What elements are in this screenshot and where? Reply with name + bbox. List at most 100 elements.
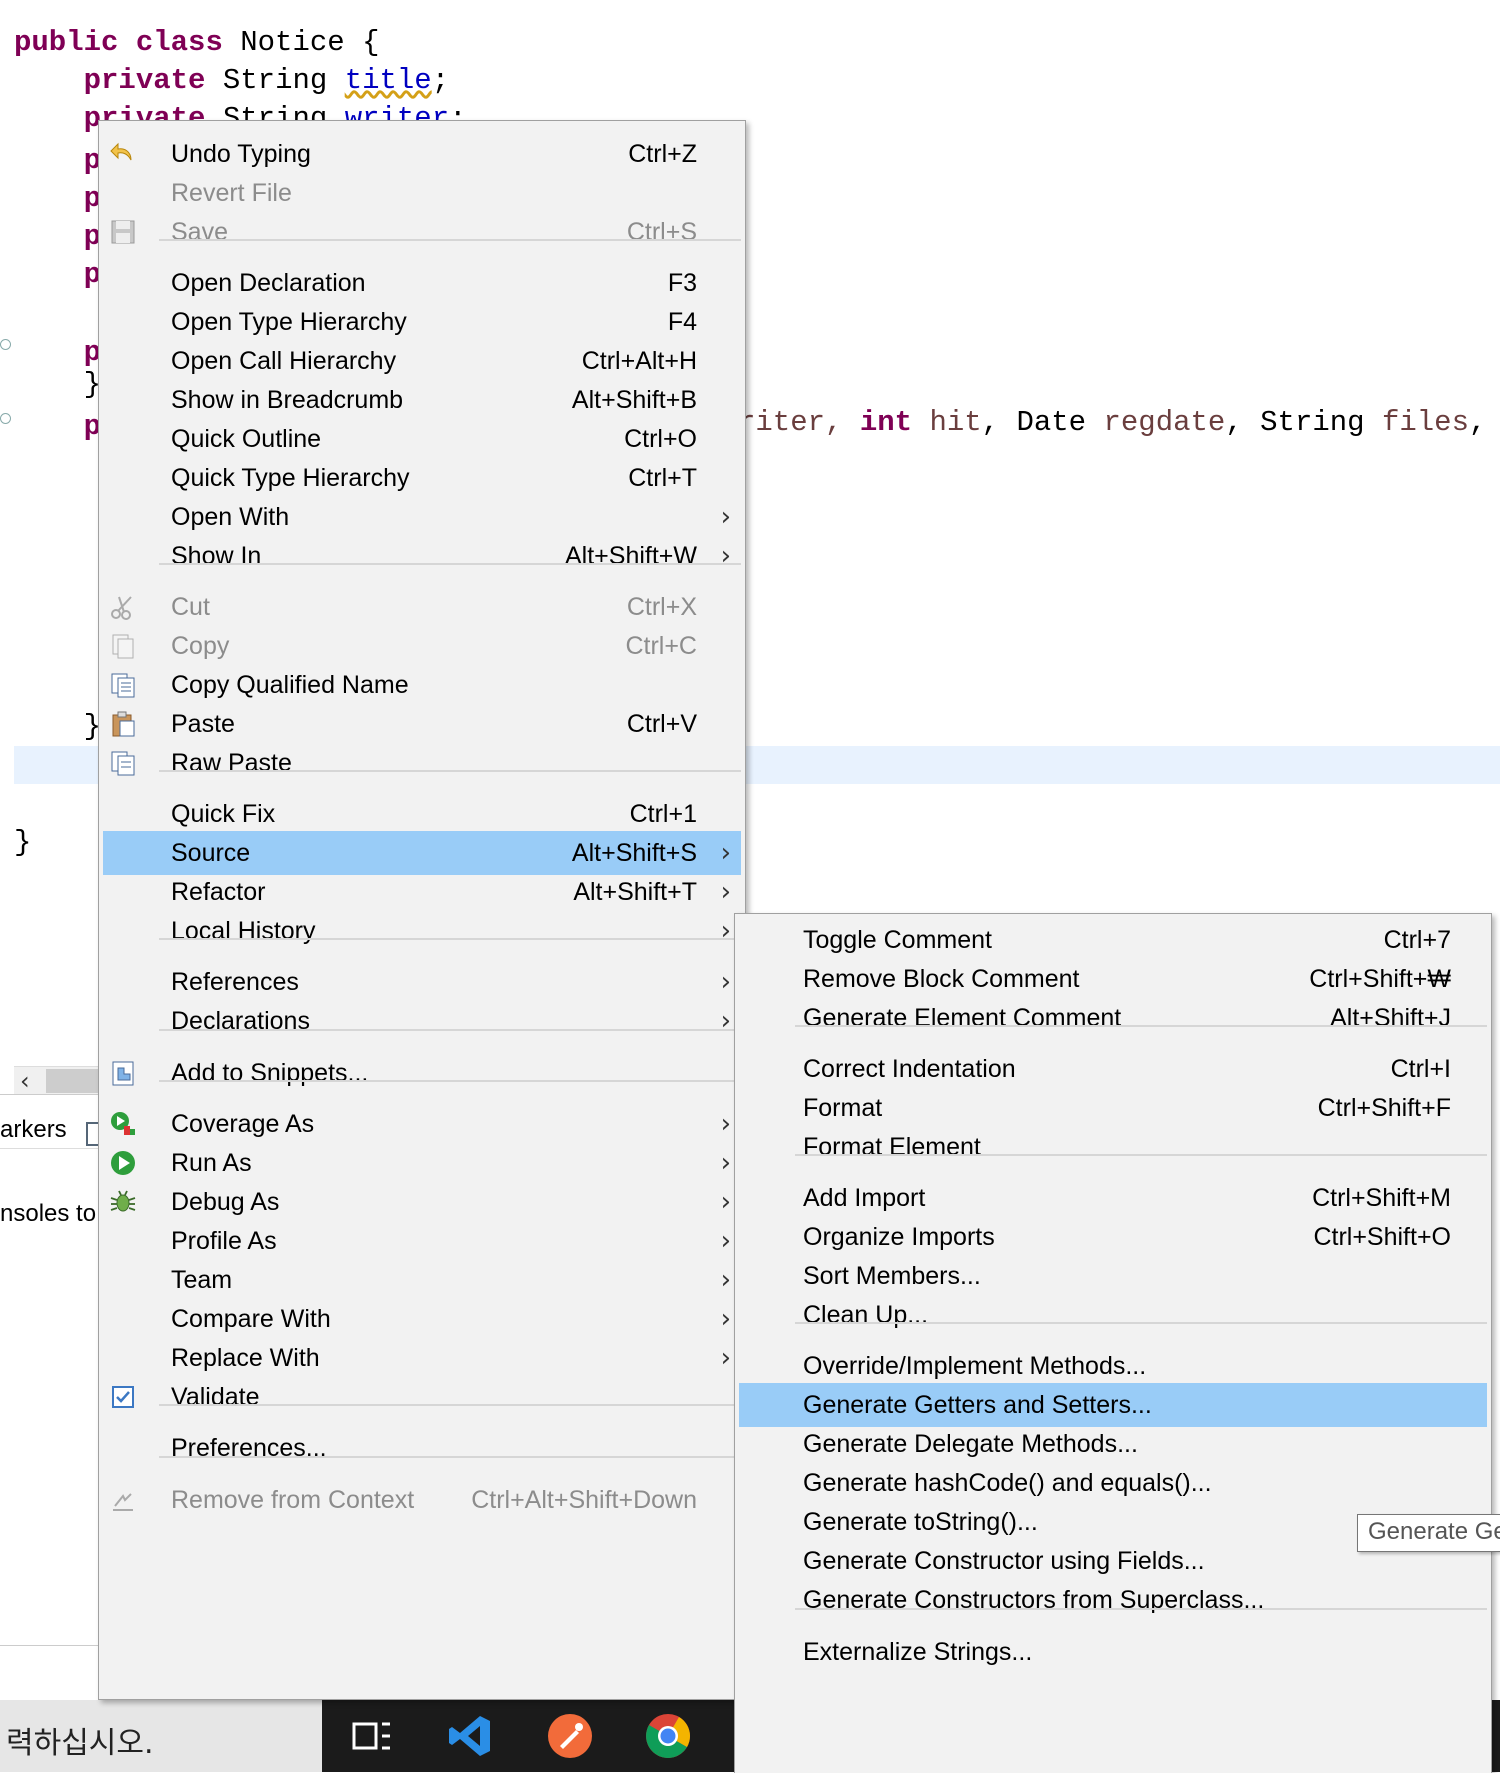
menu-item-label: Validate	[171, 1383, 260, 1411]
submenu-item-label: Format Element	[803, 1133, 981, 1161]
menu-item-copy-qualified-name[interactable]: Copy Qualified Name	[103, 663, 741, 707]
menu-item-refactor[interactable]: Refactor Alt+Shift+T ›	[103, 870, 741, 914]
chevron-right-icon: ›	[720, 1187, 731, 1217]
submenu-item-organize-imports[interactable]: Organize Imports Ctrl+Shift+O	[739, 1215, 1487, 1259]
menu-separator	[159, 770, 741, 772]
menu-item-paste[interactable]: Paste Ctrl+V	[103, 702, 741, 746]
menu-item-tooltip: Generate Ge	[1357, 1514, 1500, 1552]
submenu-item-toggle-comment[interactable]: Toggle Comment Ctrl+7	[739, 918, 1487, 962]
menu-item-declarations[interactable]: Declarations ›	[103, 999, 741, 1043]
menu-item-undo-typing[interactable]: Undo Typing Ctrl+Z	[103, 132, 741, 176]
run-icon	[109, 1149, 137, 1177]
menu-item-add-to-snippets[interactable]: Add to Snippets...	[103, 1051, 741, 1095]
postman-icon[interactable]	[546, 1712, 594, 1760]
menu-item-open-declaration[interactable]: Open Declaration F3	[103, 261, 741, 305]
submenu-item-generate-delegate-methods[interactable]: Generate Delegate Methods...	[739, 1422, 1487, 1466]
submenu-item-generate-getters-and-setters[interactable]: Generate Getters and Setters...	[739, 1383, 1487, 1427]
menu-separator	[159, 239, 741, 241]
menu-item-label: Open With	[171, 503, 290, 531]
menu-item-quick-outline[interactable]: Quick Outline Ctrl+O	[103, 417, 741, 461]
menu-item-quick-type-hierarchy[interactable]: Quick Type Hierarchy Ctrl+T	[103, 456, 741, 500]
fold-toggle-icon[interactable]	[0, 413, 11, 424]
menu-item-remove-from-context[interactable]: Remove from Context Ctrl+Alt+Shift+Down	[103, 1478, 741, 1522]
submenu-item-label: Sort Members...	[803, 1262, 981, 1290]
menu-item-cut[interactable]: Cut Ctrl+X	[103, 585, 741, 629]
menu-item-raw-paste[interactable]: Raw Paste	[103, 741, 741, 785]
menu-item-team[interactable]: Team ›	[103, 1258, 741, 1302]
submenu-item-shortcut: Ctrl+I	[1390, 1055, 1451, 1083]
menu-item-save[interactable]: Save Ctrl+S	[103, 210, 741, 254]
menu-item-open-type-hierarchy[interactable]: Open Type Hierarchy F4	[103, 300, 741, 344]
submenu-item-label: Generate toString()...	[803, 1508, 1038, 1536]
menu-item-label: Copy	[171, 632, 230, 660]
submenu-item-correct-indentation[interactable]: Correct Indentation Ctrl+I	[739, 1047, 1487, 1091]
fold-toggle-icon[interactable]	[0, 339, 11, 350]
context-icon	[109, 1486, 137, 1514]
menu-item-label: Preferences...	[171, 1434, 327, 1462]
menu-item-coverage-as[interactable]: Coverage As ›	[103, 1102, 741, 1146]
submenu-item-label: Generate Constructor using Fields...	[803, 1547, 1205, 1575]
menu-item-open-call-hierarchy[interactable]: Open Call Hierarchy Ctrl+Alt+H	[103, 339, 741, 383]
menu-item-shortcut: Ctrl+T	[628, 464, 697, 492]
editor-context-menu: Undo Typing Ctrl+Z Revert File Save Ctrl+S Op…	[98, 120, 746, 1700]
tab-markers[interactable]: arkers	[0, 1116, 67, 1144]
menu-item-label: Quick Fix	[171, 800, 276, 828]
submenu-item-generate-constructors-from-superclass[interactable]: Generate Constructors from Superclass...	[739, 1578, 1487, 1622]
menu-item-copy[interactable]: Copy Ctrl+C	[103, 624, 741, 668]
menu-item-show-in[interactable]: Show In Alt+Shift+W ›	[103, 534, 741, 578]
taskbar-search-input[interactable]: 력하십시오.	[0, 1700, 322, 1772]
submenu-item-generate-hashcode-and-equals[interactable]: Generate hashCode() and equals()...	[739, 1461, 1487, 1505]
submenu-item-format[interactable]: Format Ctrl+Shift+F	[739, 1086, 1487, 1130]
menu-item-profile-as[interactable]: Profile As ›	[103, 1219, 741, 1263]
bottom-panel	[0, 1094, 100, 1701]
horizontal-scrollbar[interactable]: ‹	[14, 1066, 100, 1095]
submenu-item-remove-block-comment[interactable]: Remove Block Comment Ctrl+Shift+₩	[739, 957, 1487, 1001]
menu-item-source[interactable]: Source Alt+Shift+S ›	[103, 831, 741, 875]
menu-separator	[159, 938, 741, 940]
task-view-icon[interactable]	[348, 1712, 396, 1760]
chevron-right-icon: ›	[720, 838, 731, 868]
submenu-item-externalize-strings[interactable]: Externalize Strings...	[739, 1630, 1487, 1674]
menu-item-local-history[interactable]: Local History ›	[103, 909, 741, 953]
menu-separator	[159, 1456, 741, 1458]
menu-item-quick-fix[interactable]: Quick Fix Ctrl+1	[103, 792, 741, 836]
menu-item-validate[interactable]: Validate	[103, 1375, 741, 1419]
submenu-item-override-implement-methods[interactable]: Override/Implement Methods...	[739, 1344, 1487, 1388]
menu-item-label: Open Declaration	[171, 269, 366, 297]
menu-separator	[795, 1608, 1487, 1610]
menu-item-show-in-breadcrumb[interactable]: Show in Breadcrumb Alt+Shift+B	[103, 378, 741, 422]
submenu-item-format-element[interactable]: Format Element	[739, 1125, 1487, 1169]
menu-item-run-as[interactable]: Run As ›	[103, 1141, 741, 1185]
menu-item-shortcut: Alt+Shift+T	[573, 878, 697, 906]
submenu-item-sort-members[interactable]: Sort Members...	[739, 1254, 1487, 1298]
menu-separator	[795, 1322, 1487, 1324]
menu-item-label: Quick Type Hierarchy	[171, 464, 410, 492]
menu-item-references[interactable]: References ›	[103, 960, 741, 1004]
source-submenu: Toggle Comment Ctrl+7 Remove Block Comment…	[734, 913, 1492, 1773]
menu-item-debug-as[interactable]: Debug As ›	[103, 1180, 741, 1224]
scrollbar-thumb[interactable]	[46, 1069, 100, 1093]
menu-item-label: Revert File	[171, 179, 292, 207]
menu-item-preferences[interactable]: Preferences...	[103, 1426, 741, 1470]
menu-separator	[159, 1080, 741, 1082]
chrome-icon[interactable]	[644, 1712, 692, 1760]
menu-item-compare-with[interactable]: Compare With ›	[103, 1297, 741, 1341]
menu-item-replace-with[interactable]: Replace With ›	[103, 1336, 741, 1380]
chevron-right-icon: ›	[720, 1304, 731, 1334]
menu-item-label: Raw Paste	[171, 749, 292, 777]
chevron-right-icon: ›	[720, 502, 731, 532]
menu-item-shortcut: Ctrl+1	[629, 800, 697, 828]
menu-item-shortcut: Ctrl+S	[626, 218, 697, 246]
menu-item-label: Save	[171, 218, 228, 246]
submenu-item-label: Generate hashCode() and equals()...	[803, 1469, 1212, 1497]
scroll-left-icon[interactable]: ‹	[20, 1067, 30, 1095]
vscode-icon[interactable]	[446, 1712, 494, 1760]
clipboard-icon	[109, 710, 137, 738]
menu-item-revert-file[interactable]: Revert File	[103, 171, 741, 215]
submenu-item-clean-up[interactable]: Clean Up...	[739, 1293, 1487, 1337]
submenu-item-add-import[interactable]: Add Import Ctrl+Shift+M	[739, 1176, 1487, 1220]
submenu-item-generate-element-comment[interactable]: Generate Element Comment Alt+Shift+J	[739, 996, 1487, 1040]
submenu-item-shortcut: Ctrl+Shift+O	[1313, 1223, 1451, 1251]
menu-item-open-with[interactable]: Open With ›	[103, 495, 741, 539]
menu-separator	[795, 1025, 1487, 1027]
